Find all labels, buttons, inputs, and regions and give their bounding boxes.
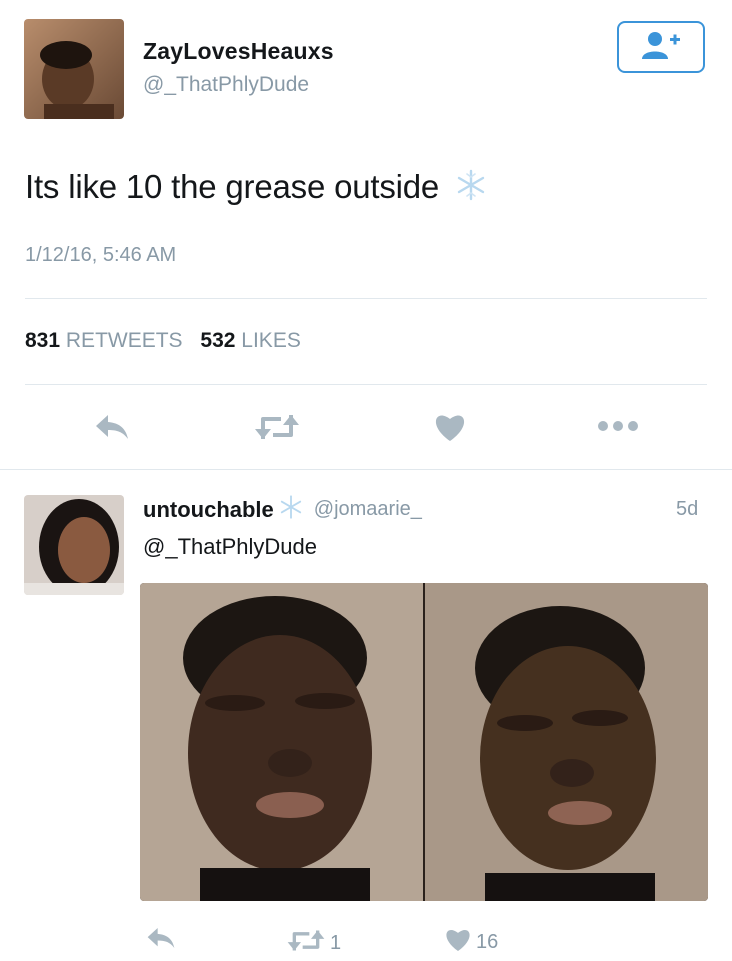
- like-button[interactable]: [433, 413, 467, 445]
- snowflake-emoji-icon: [278, 494, 304, 525]
- tweet-text-content: Its like 10 the grease outside: [25, 168, 440, 205]
- reply-avatar[interactable]: [24, 495, 124, 595]
- retweet-label: RETWEETS: [65, 329, 183, 352]
- retweet-icon: [286, 927, 326, 959]
- reply-button[interactable]: [94, 414, 130, 444]
- heart-icon: [444, 927, 472, 957]
- reply-like-button[interactable]: 16: [444, 927, 498, 957]
- author-handle[interactable]: @_ThatPhlyDude: [143, 73, 309, 97]
- author-name[interactable]: ZayLovesHeauxs: [143, 38, 334, 65]
- divider: [25, 298, 707, 299]
- retweet-button[interactable]: [253, 413, 301, 445]
- reply-author-handle[interactable]: @jomaarie_: [314, 498, 422, 521]
- tweet-text: Its like 10 the grease outside: [25, 168, 488, 210]
- reply-retweet-button[interactable]: 1: [286, 927, 341, 959]
- snowflake-emoji-icon: [454, 168, 488, 210]
- reply-text[interactable]: @_ThatPhlyDude: [143, 534, 317, 560]
- like-label: LIKES: [241, 329, 301, 352]
- more-button[interactable]: [596, 418, 640, 438]
- reply-retweet-count: 1: [330, 931, 342, 954]
- tweet-timestamp[interactable]: 1/12/16, 5:46 AM: [25, 244, 176, 267]
- like-stat[interactable]: 532 LIKES: [200, 329, 300, 352]
- retweet-count: 831: [25, 329, 61, 352]
- reply-header: untouchable @jomaarie_: [143, 494, 422, 525]
- retweet-stat[interactable]: 831 RETWEETS: [25, 329, 188, 352]
- author-avatar[interactable]: [24, 19, 124, 119]
- heart-icon: [433, 412, 467, 447]
- divider: [0, 469, 732, 470]
- retweet-icon: [253, 411, 301, 448]
- more-dots-icon: [596, 418, 640, 439]
- reply-time[interactable]: 5d: [676, 498, 698, 521]
- add-user-icon: [639, 30, 683, 65]
- reply-like-count: 16: [476, 930, 499, 953]
- like-count: 532: [200, 329, 236, 352]
- reply-author-name[interactable]: untouchable: [143, 497, 274, 523]
- reply-photo[interactable]: [140, 583, 708, 901]
- reply-reply-button[interactable]: [146, 926, 176, 955]
- reply-arrow-icon: [94, 413, 130, 446]
- tweet-stats: 831 RETWEETS 532 LIKES: [25, 329, 301, 353]
- reply-arrow-icon: [146, 926, 176, 955]
- follow-button[interactable]: [617, 21, 705, 73]
- divider: [25, 384, 707, 385]
